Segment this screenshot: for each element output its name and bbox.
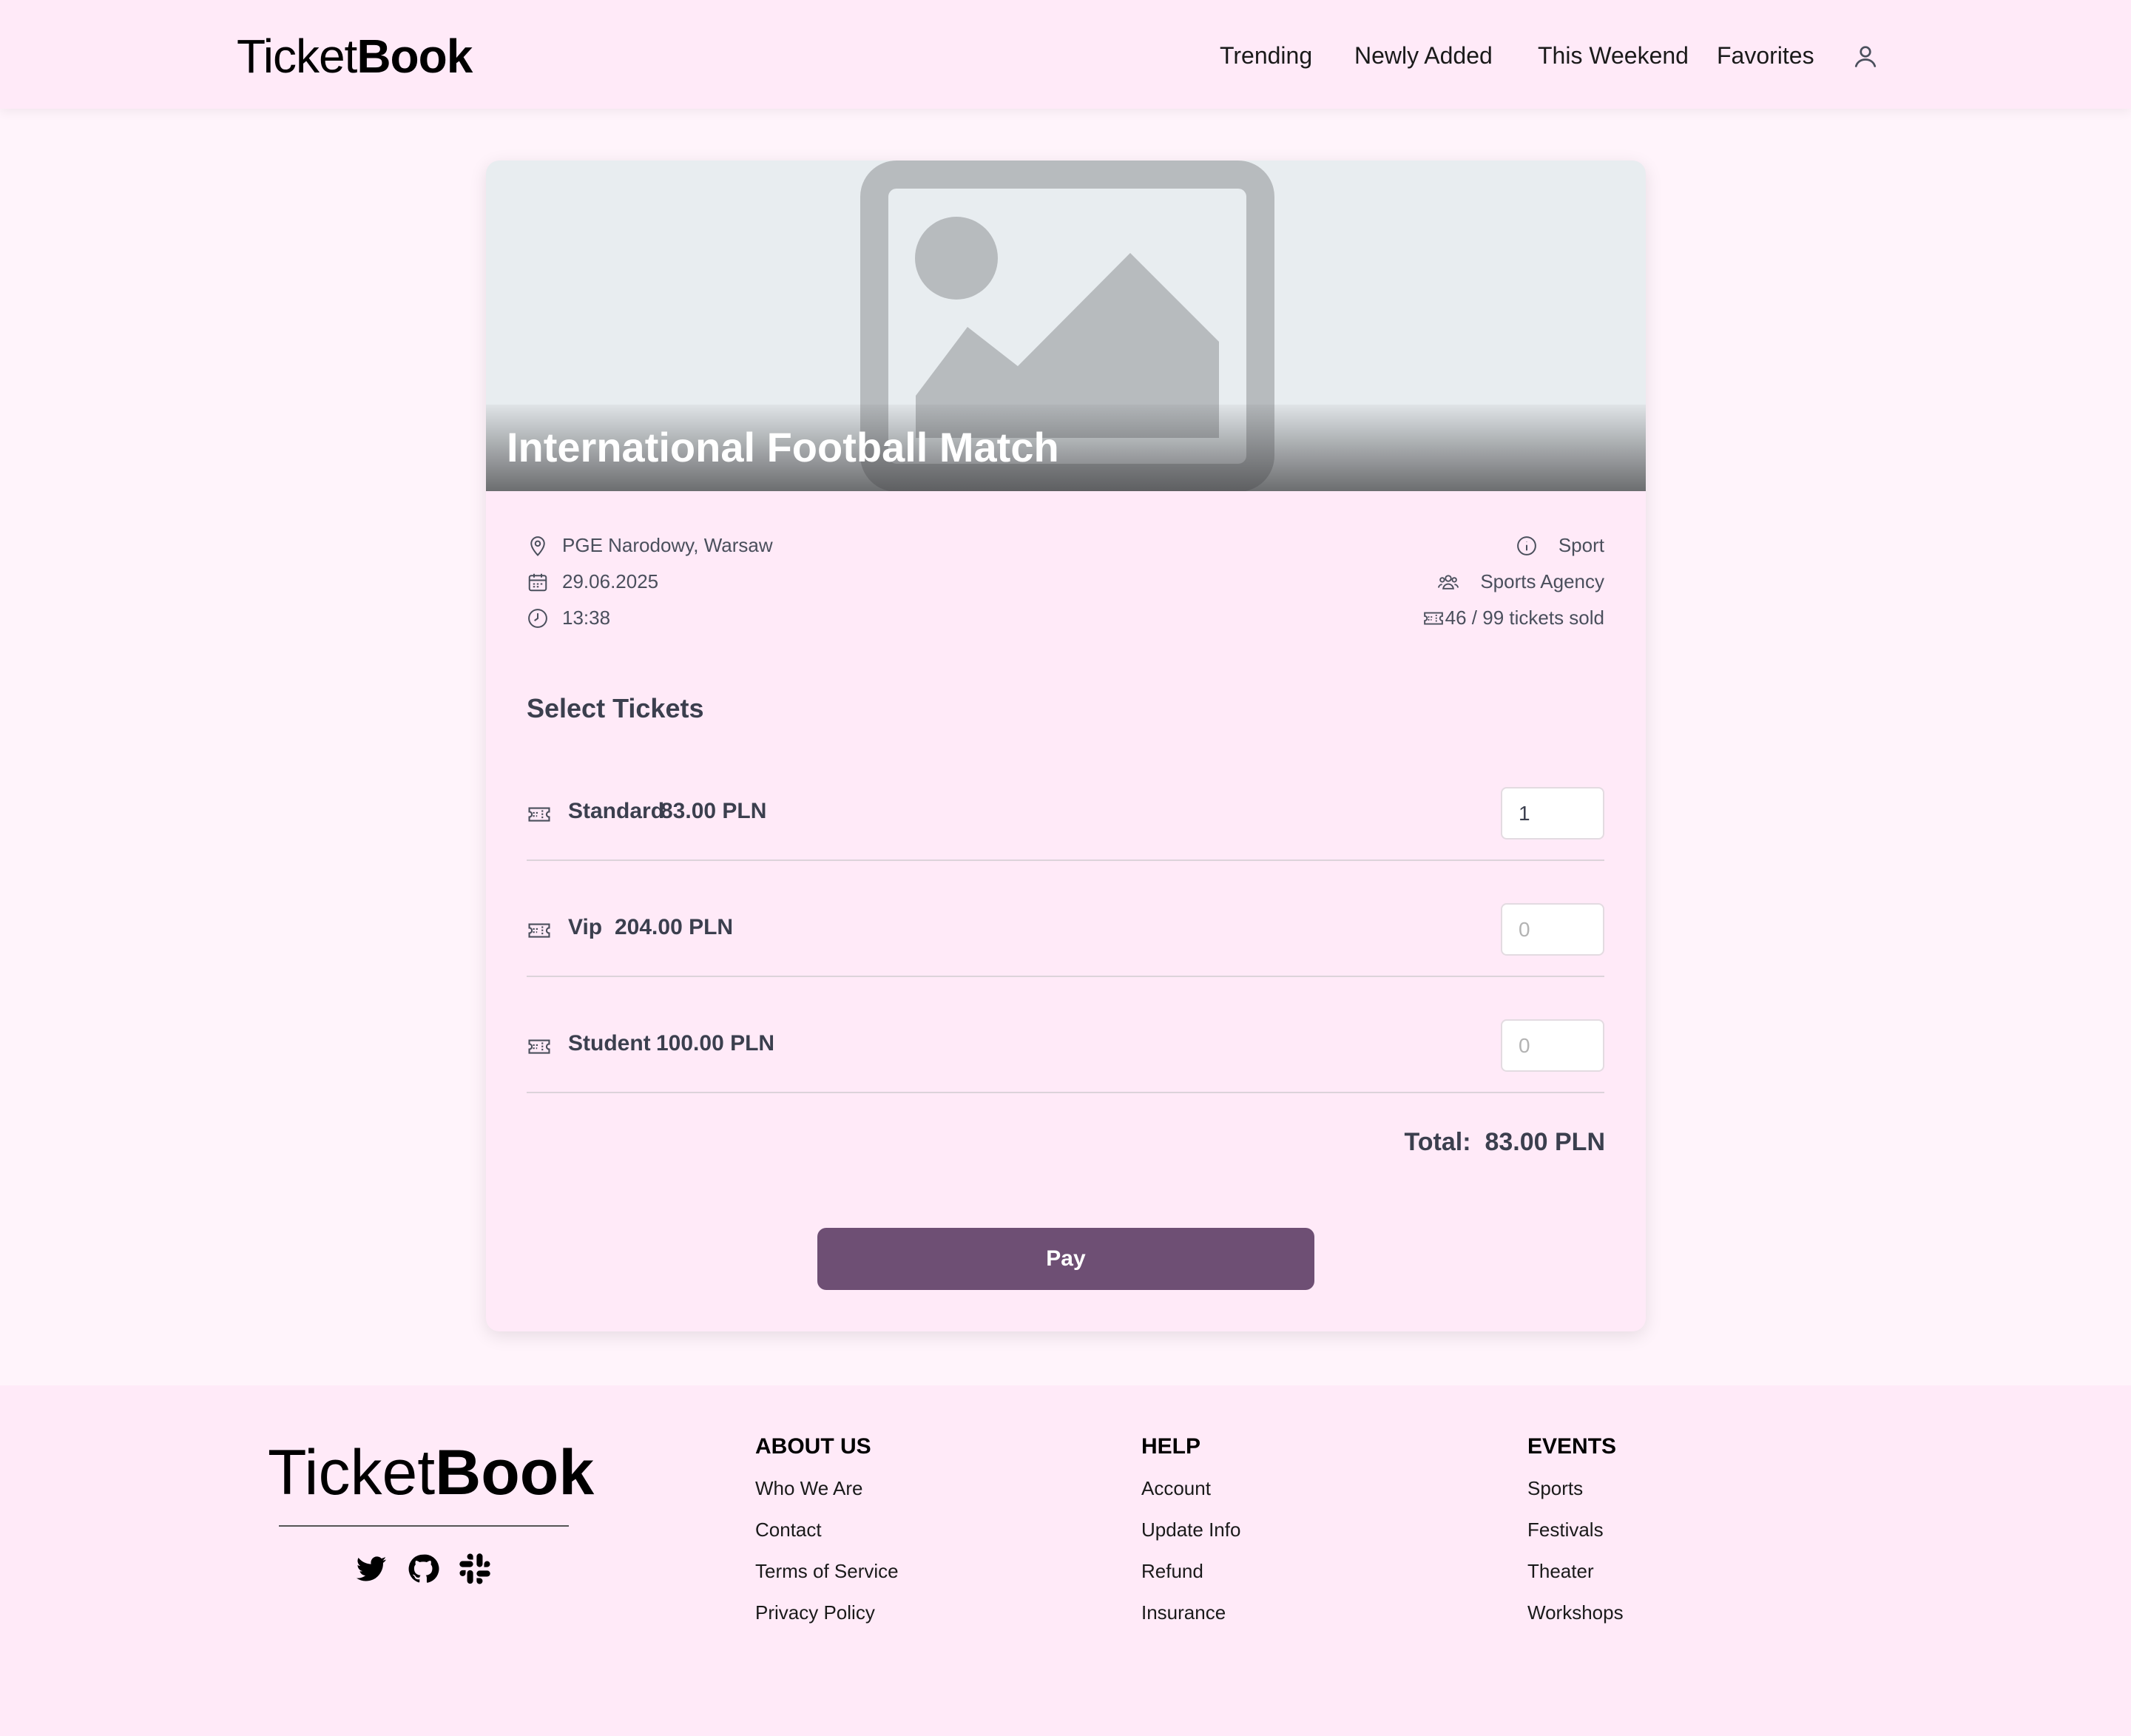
info-icon — [1517, 536, 1536, 555]
footer-link[interactable]: Theater — [1527, 1558, 1624, 1584]
nav-this-weekend[interactable]: This Weekend — [1538, 37, 1689, 74]
footer-link[interactable]: Terms of Service — [755, 1558, 899, 1584]
location-text: PGE Narodowy, Warsaw — [562, 534, 773, 556]
ticket-name: Vip — [568, 915, 603, 939]
slack-icon[interactable] — [459, 1553, 491, 1585]
footer-col-title: HELP — [1141, 1434, 1201, 1459]
tickets-sold-text: 46 / 99 tickets sold — [1445, 607, 1604, 629]
ticket-row-standard: Standard 83.00 PLN — [527, 772, 1604, 861]
footer-logo[interactable]: TicketBook — [268, 1436, 594, 1510]
event-title: International Football Match — [507, 424, 1059, 470]
footer-col-title: EVENTS — [1527, 1434, 1617, 1459]
category-text: Sport — [1558, 534, 1604, 556]
location-pin-icon — [530, 536, 545, 556]
pay-button[interactable]: Pay — [817, 1228, 1314, 1290]
footer-col-events: EVENTS Sports Festivals Theater Workshop… — [1527, 1434, 1624, 1641]
footer-logo-light: Ticket — [268, 1437, 436, 1508]
footer-logo-bold: Book — [435, 1437, 595, 1508]
calendar-icon — [528, 573, 547, 592]
select-tickets-heading: Select Tickets — [527, 693, 704, 723]
total-label: Total: — [1404, 1128, 1471, 1156]
footer-col-help: HELP Account Update Info Refund Insuranc… — [1141, 1434, 1240, 1641]
footer-link[interactable]: Sports — [1527, 1476, 1624, 1501]
footer-link[interactable]: Festivals — [1527, 1517, 1624, 1542]
logo-bold-text: Book — [357, 30, 473, 83]
ticket-icon — [528, 923, 550, 938]
site-footer: TicketBook ABOUT US Who We Are Contact T… — [0, 1385, 2131, 1736]
ticket-quantity-input-standard[interactable] — [1501, 787, 1604, 840]
event-date: 29.06.2025 — [527, 567, 896, 596]
order-total: Total: 83.00 PLN — [1405, 1128, 1605, 1157]
site-header: TicketBook Trending Newly Added This Wee… — [0, 0, 2131, 109]
ticket-price: 100.00 PLN — [656, 1031, 775, 1056]
ticket-price: 204.00 PLN — [615, 915, 734, 939]
footer-link[interactable]: Insurance — [1141, 1600, 1240, 1625]
ticket-quantity-input-vip[interactable] — [1501, 903, 1604, 956]
ticket-row-student: Student 100.00 PLN — [527, 1004, 1604, 1093]
time-text: 13:38 — [562, 607, 611, 629]
footer-link[interactable]: Contact — [755, 1517, 899, 1542]
footer-link[interactable]: Who We Are — [755, 1476, 899, 1501]
clock-icon — [528, 609, 547, 628]
nav-favorites[interactable]: Favorites — [1717, 37, 1814, 74]
nav-newly-added[interactable]: Newly Added — [1354, 37, 1493, 74]
user-icon[interactable] — [1852, 43, 1879, 70]
footer-divider — [279, 1525, 569, 1527]
footer-col-about: ABOUT US Who We Are Contact Terms of Ser… — [755, 1434, 899, 1641]
ticket-name: Standard — [568, 799, 665, 823]
ticket-icon — [528, 1039, 550, 1054]
ticket-icon — [1424, 612, 1443, 625]
footer-link[interactable]: Refund — [1141, 1558, 1240, 1584]
github-icon[interactable] — [407, 1553, 439, 1585]
footer-link[interactable]: Update Info — [1141, 1517, 1240, 1542]
ticket-name: Student — [568, 1031, 651, 1056]
event-category: Sport — [1194, 530, 1604, 560]
organizer-text: Sports Agency — [1480, 570, 1604, 592]
total-value: 83.00 PLN — [1485, 1128, 1605, 1156]
twitter-icon[interactable] — [355, 1553, 388, 1585]
date-text: 29.06.2025 — [562, 570, 659, 592]
event-hero-image: International Football Match — [486, 161, 1646, 491]
footer-link[interactable]: Workshops — [1527, 1600, 1624, 1625]
ticket-row-vip: Vip 204.00 PLN — [527, 888, 1604, 977]
footer-link[interactable]: Account — [1141, 1476, 1240, 1501]
footer-col-title: ABOUT US — [755, 1434, 871, 1459]
event-card: International Football Match PGE Narodow… — [486, 161, 1646, 1331]
nav-trending[interactable]: Trending — [1220, 37, 1312, 74]
ticket-icon — [528, 807, 550, 822]
logo-light-text: Ticket — [237, 30, 357, 83]
ticket-quantity-input-student[interactable] — [1501, 1019, 1604, 1072]
event-organizer: Sports Agency — [1194, 567, 1604, 596]
event-time: 13:38 — [527, 603, 896, 632]
event-location: PGE Narodowy, Warsaw — [527, 530, 896, 560]
footer-link[interactable]: Privacy Policy — [755, 1600, 899, 1625]
ticket-price: 83.00 PLN — [661, 799, 767, 823]
users-group-icon — [1437, 575, 1459, 590]
site-logo[interactable]: TicketBook — [237, 28, 473, 84]
event-tickets-sold: 46 / 99 tickets sold — [1194, 603, 1604, 632]
